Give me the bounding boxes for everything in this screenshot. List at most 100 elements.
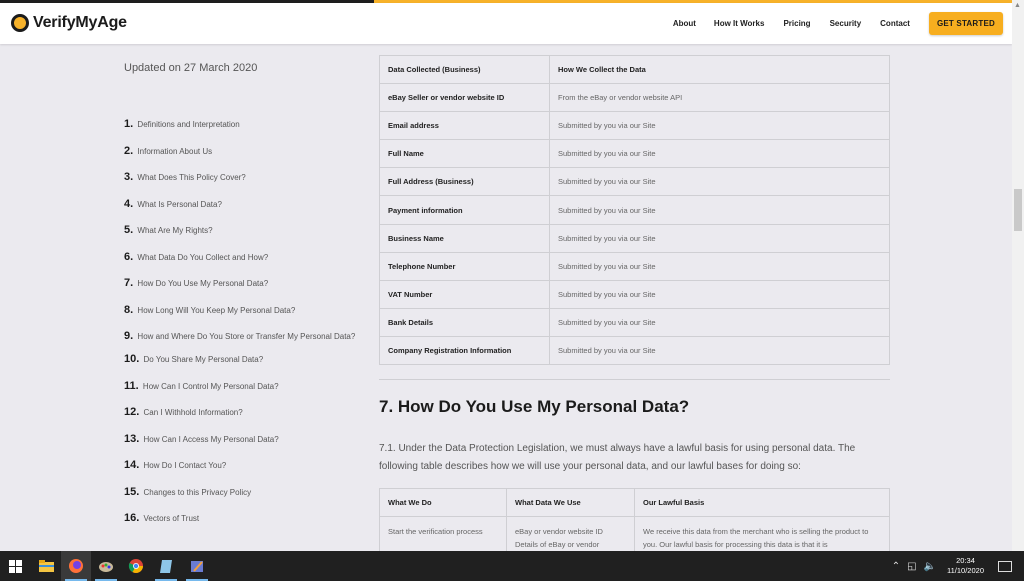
- start-button[interactable]: [0, 551, 30, 581]
- table-row: Company Registration Information Submitte…: [379, 335, 890, 366]
- paint-palette-icon: [99, 562, 113, 572]
- nav-pricing[interactable]: Pricing: [783, 19, 810, 28]
- toc-item-number: 6.: [124, 250, 134, 263]
- toc-item[interactable]: 14. How Do I Contact You?: [124, 457, 359, 474]
- main-nav: About How It Works Pricing Security Cont…: [673, 3, 1012, 44]
- taskbar-firefox[interactable]: [61, 551, 91, 581]
- toc-item-label: Vectors of Trust: [143, 514, 200, 523]
- column-header: What We Do: [379, 488, 507, 517]
- toc-item-label: Changes to this Privacy Policy: [143, 487, 252, 497]
- nav-about[interactable]: About: [673, 19, 696, 28]
- app-icon: [190, 561, 203, 572]
- toc-item-label: Information About Us: [137, 146, 213, 156]
- data-type-cell: eBay Seller or vendor website ID: [379, 83, 550, 113]
- clock-time: 20:34: [956, 556, 975, 565]
- network-icon[interactable]: ◱: [907, 561, 916, 572]
- taskbar-notepad[interactable]: [151, 551, 181, 581]
- toc-item-number: 11.: [124, 379, 139, 392]
- nav-security[interactable]: Security: [830, 19, 862, 28]
- scroll-up-arrow-icon[interactable]: ▲: [1014, 2, 1021, 9]
- table-row: Email address Submitted by you via our Si…: [379, 111, 890, 141]
- chevron-up-icon[interactable]: ⌃: [892, 561, 900, 572]
- collection-method-cell: Submitted by you via our Site: [549, 139, 890, 169]
- logo-circle-icon: [11, 14, 29, 32]
- collection-method-cell: Submitted by you via our Site: [549, 111, 890, 141]
- data-type-cell: Telephone Number: [379, 251, 550, 281]
- toc-item[interactable]: 2. Information About Us: [124, 143, 359, 160]
- toc-item-number: 12.: [124, 406, 140, 418]
- data-type-cell: Payment information: [379, 195, 550, 225]
- toc-item-number: 1.: [124, 118, 134, 130]
- system-clock[interactable]: 20:34 11/10/2020: [947, 556, 984, 576]
- section-7-title: 7. How Do You Use My Personal Data?: [379, 397, 690, 416]
- taskbar-file-explorer[interactable]: [31, 551, 61, 581]
- toc-item-label: How Can I Control My Personal Data?: [142, 381, 279, 391]
- toc-item[interactable]: 13. How Can I Access My Personal Data?: [124, 431, 359, 448]
- toc-item-label: Do You Share My Personal Data?: [143, 355, 264, 364]
- nav-contact[interactable]: Contact: [880, 19, 910, 28]
- notification-center-icon[interactable]: [998, 560, 1012, 572]
- taskbar-paint[interactable]: [91, 551, 121, 581]
- toc-item-label: How Long Will You Keep My Personal Data?: [137, 305, 296, 315]
- scrollbar-thumb[interactable]: [1014, 189, 1022, 231]
- folder-icon: [38, 560, 54, 572]
- get-started-button[interactable]: GET STARTED: [928, 12, 1003, 35]
- toc-item[interactable]: 11. How Can I Control My Personal Data?: [124, 378, 359, 395]
- toc-item[interactable]: 5. What Are My Rights?: [124, 222, 359, 239]
- taskbar-app[interactable]: [182, 551, 212, 581]
- toc-item[interactable]: 8. How Long Will You Keep My Personal Da…: [124, 302, 359, 319]
- section-divider: [379, 379, 890, 380]
- toc-item-label: What Data Do You Collect and How?: [137, 252, 269, 262]
- table-row: VAT Number Submitted by you via our Site: [379, 279, 890, 309]
- collection-method-cell: Submitted by you via our Site: [549, 335, 890, 366]
- windows-taskbar: ⌃ ◱ 🔈 20:34 11/10/2020: [0, 551, 1024, 581]
- toc-item-number: 15.: [124, 485, 140, 498]
- site-header: VerifyMyAge About How It Works Pricing S…: [0, 3, 1012, 44]
- toc-item-label: How Do I Contact You?: [143, 461, 227, 470]
- volume-icon[interactable]: 🔈: [924, 561, 936, 572]
- column-header: Our Lawful Basis: [634, 488, 890, 517]
- toc-item-number: 2.: [124, 144, 134, 157]
- column-header: Data Collected (Business): [379, 54, 550, 85]
- chrome-icon: [128, 559, 143, 573]
- toc-item-number: 9.: [124, 330, 134, 342]
- toc-item[interactable]: 4. What Is Personal Data?: [124, 196, 359, 213]
- brand-logo[interactable]: VerifyMyAge: [11, 14, 127, 32]
- toc-item-number: 7.: [124, 277, 134, 289]
- toc-item-number: 8.: [124, 303, 134, 316]
- toc-item-number: 4.: [124, 197, 134, 210]
- toc-item-number: 13.: [124, 432, 140, 445]
- brand-name: VerifyMyAge: [33, 14, 127, 31]
- clock-date: 11/10/2020: [947, 566, 984, 575]
- toc-item[interactable]: 15. Changes to this Privacy Policy: [124, 484, 359, 501]
- toc-item[interactable]: 9. How and Where Do You Store or Transfe…: [124, 328, 359, 345]
- table-row: Business Name Submitted by you via our Si…: [379, 223, 890, 253]
- toc-item[interactable]: 10. Do You Share My Personal Data?: [124, 351, 359, 368]
- table-row: eBay Seller or vendor website ID From the…: [379, 83, 890, 113]
- page-scrollbar[interactable]: ▲: [1012, 0, 1024, 551]
- toc-item-number: 3.: [124, 171, 134, 183]
- toc-item[interactable]: 3. What Does This Policy Cover?: [124, 169, 359, 186]
- toc-item[interactable]: 6. What Data Do You Collect and How?: [124, 249, 359, 266]
- table-header-row: Data Collected (Business) How We Collect …: [379, 54, 890, 85]
- column-header: What Data We Use: [506, 488, 635, 517]
- toc-item[interactable]: 1. Definitions and Interpretation: [124, 116, 359, 133]
- toc-item-number: 5.: [124, 224, 134, 236]
- firefox-icon: [69, 559, 83, 573]
- toc-item-label: What Are My Rights?: [137, 226, 213, 235]
- data-type-cell: Full Name: [379, 139, 550, 169]
- table-row: Bank Details Submitted by you via our Sit…: [379, 307, 890, 337]
- toc-item-label: Can I Withhold Information?: [143, 408, 243, 417]
- toc-item-number: 16.: [124, 512, 140, 524]
- taskbar-chrome[interactable]: [121, 551, 151, 581]
- toc-item[interactable]: 7. How Do You Use My Personal Data?: [124, 275, 359, 292]
- toc-item-label: How Can I Access My Personal Data?: [143, 434, 279, 444]
- toc-item-label: What Does This Policy Cover?: [137, 173, 246, 182]
- table-of-contents: 1. Definitions and Interpretation 2. Info…: [124, 116, 359, 537]
- collection-method-cell: From the eBay or vendor website API: [549, 83, 890, 113]
- toc-item[interactable]: 12. Can I Withhold Information?: [124, 404, 359, 421]
- toc-item[interactable]: 16. Vectors of Trust: [124, 510, 359, 527]
- business-data-table: Data Collected (Business) How We Collect …: [379, 54, 890, 366]
- toc-item-label: How and Where Do You Store or Transfer M…: [137, 332, 356, 341]
- nav-how-it-works[interactable]: How It Works: [714, 19, 765, 28]
